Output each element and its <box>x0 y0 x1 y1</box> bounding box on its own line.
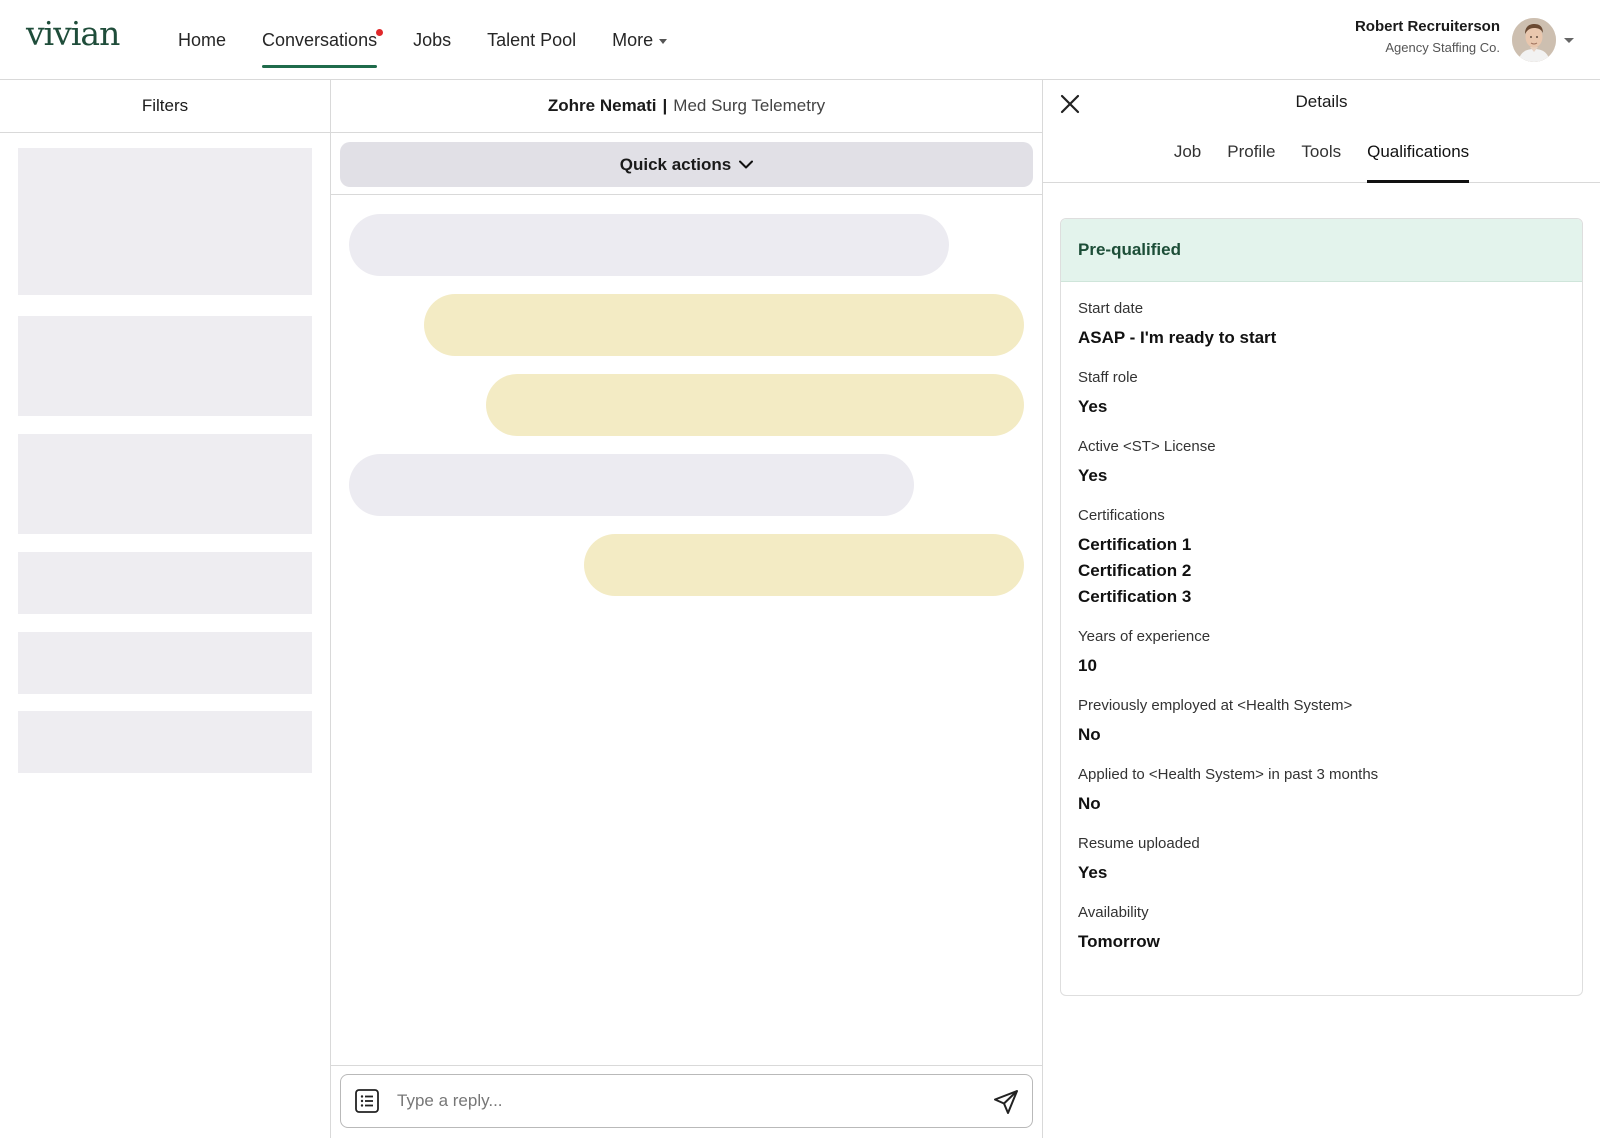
qualification-value: Tomorrow <box>1078 932 1160 951</box>
qualification-item: Staff role Yes <box>1078 368 1565 420</box>
quick-actions-label: Quick actions <box>619 154 732 174</box>
templates-list-icon[interactable] <box>354 1088 380 1114</box>
qualification-label: Availability <box>1078 904 1149 921</box>
details-title: Details <box>1295 92 1348 111</box>
send-icon[interactable] <box>992 1088 1020 1116</box>
nav-item-label: Jobs <box>413 29 452 50</box>
candidate-name[interactable]: Zohre Nemati <box>548 96 657 116</box>
nav-item-label: Talent Pool <box>487 29 577 50</box>
job-title[interactable]: Med Surg Telemetry <box>673 96 825 116</box>
outgoing-message-bubble <box>486 374 1024 436</box>
reply-composer <box>340 1074 1033 1128</box>
quick-actions-bar: Quick actions <box>331 133 1042 195</box>
vivian-logo[interactable]: vivian <box>26 14 120 53</box>
qualification-item: Certifications Certification 1 Certifica… <box>1078 506 1565 610</box>
qualification-value: No <box>1078 794 1101 813</box>
qualification-label: Resume uploaded <box>1078 835 1200 852</box>
qualification-value: No <box>1078 725 1101 744</box>
qualification-label: Active <ST> License <box>1078 438 1216 455</box>
nav-item-jobs[interactable]: Jobs <box>395 0 469 80</box>
qualification-label: Certifications <box>1078 507 1165 524</box>
nav-item-talent-pool[interactable]: Talent Pool <box>469 0 594 80</box>
incoming-message-bubble <box>349 454 914 516</box>
qualification-item: Years of experience 10 <box>1078 627 1565 679</box>
main-nav: Home Conversations Jobs Talent Pool More <box>160 0 685 80</box>
certification-entry: Certification 3 <box>1078 587 1192 606</box>
quick-actions-button[interactable]: Quick actions <box>340 142 1033 187</box>
qualification-item: Start date ASAP - I'm ready to start <box>1078 299 1565 351</box>
qualification-label: Years of experience <box>1078 628 1211 645</box>
certification-entry: Certification 2 <box>1078 561 1192 580</box>
nav-item-label: Conversations <box>262 29 378 50</box>
status-label: Pre-qualified <box>1078 240 1181 259</box>
top-navigation-bar: vivian Home Conversations Jobs Talent Po… <box>0 0 1600 80</box>
certification-entry: Certification 1 <box>1078 535 1192 554</box>
qualification-label: Staff role <box>1078 369 1138 386</box>
filter-placeholder-block <box>18 316 312 416</box>
tab-tools[interactable]: Tools <box>1288 133 1354 183</box>
qualifications-list: Start date ASAP - I'm ready to start Sta… <box>1061 282 1582 955</box>
outgoing-message-bubble <box>424 294 1024 356</box>
nav-item-label: Home <box>178 29 227 50</box>
qualification-item: Previously employed at <Health System> N… <box>1078 696 1565 748</box>
notification-dot <box>376 29 384 36</box>
reply-input[interactable] <box>397 1085 957 1117</box>
filters-panel: Filters <box>0 80 331 1138</box>
filters-title: Filters <box>141 96 189 115</box>
prequalified-status-banner: Pre-qualified <box>1061 219 1582 282</box>
incoming-message-bubble <box>349 214 949 276</box>
user-info[interactable]: Robert Recruiterson Agency Staffing Co. <box>1355 18 1500 55</box>
filter-placeholder-block <box>18 632 312 694</box>
nav-item-label: More <box>612 29 654 50</box>
qualification-item: Availability Tomorrow <box>1078 903 1565 955</box>
qualification-value: Yes <box>1078 863 1108 882</box>
qualification-label: Previously employed at <Health System> <box>1078 697 1353 714</box>
filter-placeholder-block <box>18 434 312 534</box>
filter-placeholder-block <box>18 148 312 295</box>
filter-placeholder-block <box>18 711 312 773</box>
nav-item-home[interactable]: Home <box>160 0 244 80</box>
tab-qualifications[interactable]: Qualifications <box>1354 133 1482 183</box>
outgoing-message-bubble <box>584 534 1024 596</box>
tab-job[interactable]: Job <box>1161 133 1214 183</box>
qualification-label: Applied to <Health System> in past 3 mon… <box>1078 766 1379 783</box>
user-menu-caret-icon[interactable] <box>1564 38 1574 43</box>
tab-profile[interactable]: Profile <box>1214 133 1288 183</box>
qualification-item: Applied to <Health System> in past 3 mon… <box>1078 765 1565 817</box>
avatar-portrait-icon <box>1512 18 1556 62</box>
header-separator: | <box>662 96 668 115</box>
user-organization: Agency Staffing Co. <box>1385 40 1500 55</box>
conversation-header: Zohre Nemati | Med Surg Telemetry <box>331 80 1042 133</box>
qualification-item: Active <ST> License Yes <box>1078 437 1565 489</box>
chevron-down-icon <box>739 160 754 169</box>
qualification-value: Yes <box>1078 466 1108 485</box>
qualification-value: Yes <box>1078 397 1108 416</box>
qualification-value: 10 <box>1078 656 1097 675</box>
details-tabs: Job Profile Tools Qualifications <box>1043 133 1600 183</box>
composer-divider <box>331 1065 1043 1066</box>
nav-item-conversations[interactable]: Conversations <box>244 0 395 80</box>
qualifications-card: Pre-qualified Start date ASAP - I'm read… <box>1060 218 1583 996</box>
qualification-label: Start date <box>1078 300 1144 317</box>
details-panel: Details Job Profile Tools Qualifications… <box>1043 80 1600 1138</box>
qualification-item: Resume uploaded Yes <box>1078 834 1565 886</box>
nav-item-more[interactable]: More <box>594 0 685 80</box>
qualification-value-list: Certification 1 Certification 2 Certific… <box>1078 532 1565 610</box>
qualification-value: ASAP - I'm ready to start <box>1078 328 1277 347</box>
filter-placeholder-block <box>18 552 312 614</box>
filters-header: Filters <box>0 80 330 133</box>
user-avatar[interactable] <box>1512 18 1556 62</box>
caret-down-icon <box>659 38 668 44</box>
conversation-panel: Zohre Nemati | Med Surg Telemetry Quick … <box>331 80 1043 1138</box>
user-name: Robert Recruiterson <box>1354 18 1500 35</box>
